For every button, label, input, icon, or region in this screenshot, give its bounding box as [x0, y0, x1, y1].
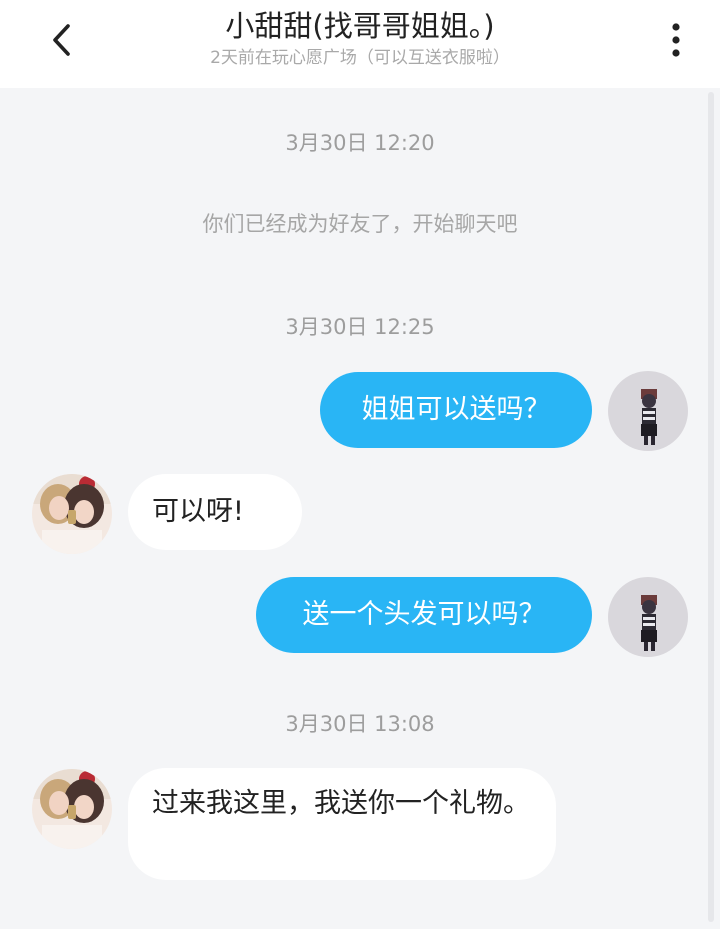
- avatar-image: [608, 577, 688, 657]
- avatar-image: [32, 474, 112, 554]
- chat-title: 小甜甜(找哥哥姐姐。): [225, 9, 495, 43]
- my-avatar[interactable]: [608, 371, 688, 451]
- system-message: 你们已经成为好友了，开始聊天吧: [202, 212, 518, 236]
- my-avatar[interactable]: [608, 577, 688, 657]
- avatar-image: [608, 371, 688, 451]
- chat-header: 小甜甜(找哥哥姐姐。) 2天前在玩心愿广场（可以互送衣服啦）: [0, 0, 720, 88]
- more-vertical-icon: [672, 23, 680, 57]
- chat-subtitle: 2天前在玩心愿广场（可以互送衣服啦）: [210, 48, 510, 68]
- more-options-button[interactable]: [656, 18, 696, 62]
- chevron-left-icon: [53, 24, 70, 56]
- message-bubble-incoming[interactable]: 过来我这里，我送你一个礼物。: [128, 768, 556, 880]
- timestamp: 3月30日 12:20: [285, 131, 435, 155]
- timestamp: 3月30日 13:08: [285, 712, 435, 736]
- message-bubble-outgoing[interactable]: 送一个头发可以吗？: [256, 577, 592, 653]
- message-bubble-outgoing[interactable]: 姐姐可以送吗？: [320, 372, 592, 448]
- friend-avatar[interactable]: [32, 769, 112, 849]
- friend-avatar[interactable]: [32, 474, 112, 554]
- back-button[interactable]: [40, 18, 84, 62]
- avatar-image: [32, 769, 112, 849]
- message-bubble-incoming[interactable]: 可以呀!: [128, 474, 302, 550]
- timestamp: 3月30日 12:25: [285, 315, 435, 339]
